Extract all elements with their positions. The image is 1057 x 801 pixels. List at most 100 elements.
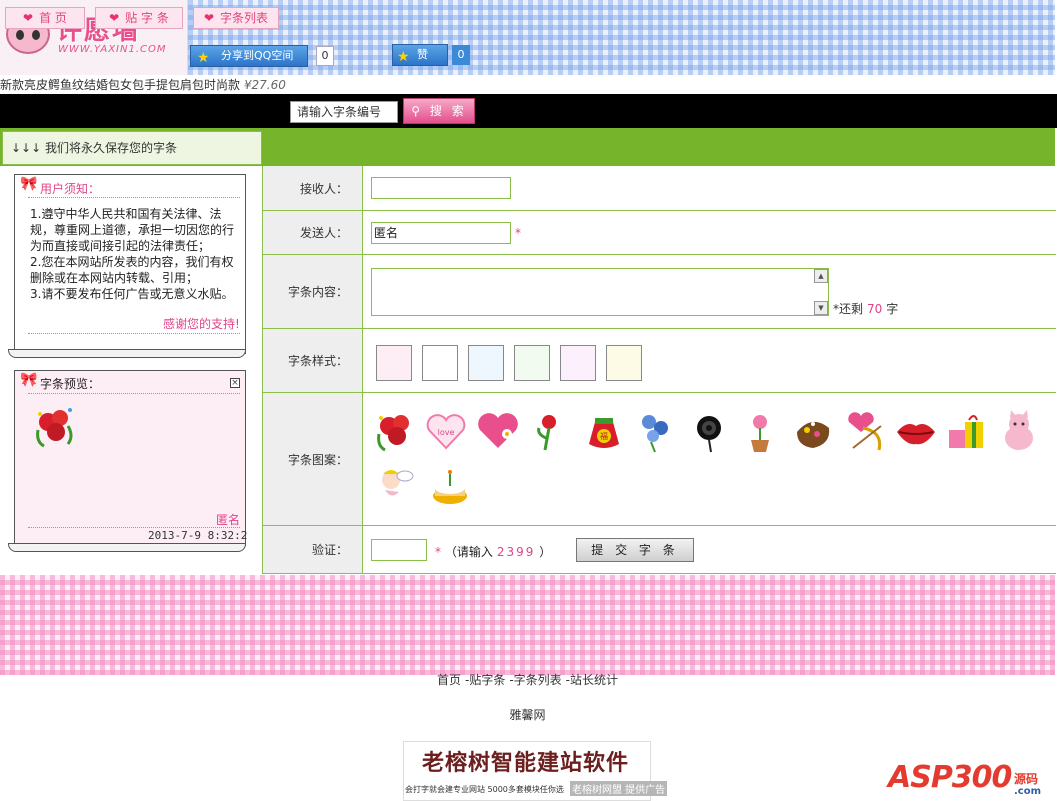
asp300-logo-com: .com [1014, 786, 1042, 797]
verify-prefix: （请输入 [444, 545, 493, 559]
divider [28, 393, 240, 394]
receiver-input[interactable] [371, 177, 511, 199]
required-mark: * [435, 545, 441, 559]
heart-flower-icon[interactable] [475, 408, 521, 454]
black-rose-icon[interactable] [687, 408, 733, 454]
star-icon: ★ [397, 49, 410, 65]
like-label: 赞 [417, 48, 428, 61]
banner-tab: ↓↓↓ 我们将永久保存您的字条 [2, 131, 262, 165]
birthday-cake-icon[interactable] [427, 464, 473, 510]
lips-icon[interactable] [893, 408, 939, 454]
content-textarea[interactable]: ▲ ▼ [371, 268, 829, 316]
remaining-count: *还剩 70 字 [833, 300, 898, 317]
preview-title: 字条预览： [40, 377, 101, 391]
section-banner: ↓↓↓ 我们将永久保存您的字条 [0, 128, 1055, 166]
rose-icon[interactable] [525, 408, 571, 454]
like-button[interactable]: ★ 赞 [392, 44, 448, 66]
search-button[interactable]: ⚲ 搜 索 [403, 98, 475, 124]
ad-banner-subtitle: 会打字就会建专业网站 5000多套模块任你选 [405, 785, 564, 794]
navbar [0, 94, 1057, 128]
nav-home-label: 首 页 [39, 11, 67, 25]
share-count: 0 [316, 46, 334, 66]
style-swatch-yellow[interactable] [606, 345, 642, 381]
nav-home-button[interactable]: ❤ 首 页 [5, 7, 85, 29]
like-count: 0 [452, 45, 470, 65]
sender-label: 发送人： [263, 211, 363, 254]
nav-list-label: 字条列表 [220, 11, 269, 25]
verify-label: 验证： [263, 526, 363, 573]
style-label: 字条样式： [263, 329, 363, 392]
remain-number: 70 [867, 302, 883, 316]
submit-button[interactable]: 提 交 字 条 [576, 538, 694, 562]
verify-hint: * （请输入 2399 ） [435, 543, 551, 560]
nav-list-button[interactable]: ❤ 字条列表 [193, 7, 279, 29]
chocolate-icon[interactable] [789, 408, 835, 454]
divider [28, 527, 240, 528]
divider [28, 333, 240, 334]
ad-banner-brand: 老榕树网盟 提供广告 [570, 781, 668, 796]
star-icon: ★ [197, 50, 210, 66]
share-qzone-button[interactable]: ★ 分享到QQ空间 [190, 45, 308, 67]
remain-prefix: *还剩 [833, 302, 864, 316]
verify-suffix: ） [539, 545, 552, 559]
asp300-logo-text: ASP300 [888, 760, 1012, 795]
footer-link-stats[interactable]: -站长统计 [566, 673, 618, 687]
required-mark: * [515, 226, 521, 240]
scroll-up-icon[interactable]: ▲ [814, 269, 828, 283]
svg-text:love: love [438, 428, 455, 437]
heart-icon: ❤ [203, 11, 215, 25]
potted-rose-icon[interactable] [737, 408, 783, 454]
notice-scroll-roll [8, 349, 246, 358]
search-input[interactable]: 请输入字条编号 [290, 101, 398, 123]
preview-scroll-roll [8, 543, 246, 552]
verify-code: 2399 [496, 545, 536, 559]
nav-post-button[interactable]: ❤ 贴 字 条 [95, 7, 183, 29]
style-swatch-lavender[interactable] [560, 345, 596, 381]
pattern-label: 字条图案： [263, 393, 363, 525]
bow-icon: 🎀 [20, 176, 38, 192]
footer-link-home[interactable]: 首页 [437, 673, 461, 687]
notice-line-2: 2.您在本网站所发表的内容，我们有权删除或在本网站内转载、引用； [30, 255, 234, 285]
preview-rose-icon [36, 408, 73, 448]
heart-love-icon[interactable]: love [423, 408, 469, 454]
divider [28, 197, 240, 198]
promo-ad-link[interactable]: 新款亮皮鳄鱼纹结婚包女包手提包肩包时尚款 ¥27.60 [0, 76, 286, 93]
footer-site-name[interactable]: 雅馨网 [0, 706, 1055, 723]
rose-bouquet-icon[interactable] [373, 408, 419, 454]
notice-title: 用户须知： [40, 182, 101, 196]
logo-url: WWW.YAXIN1.COM [58, 44, 167, 55]
cupid-angel-icon[interactable] [371, 460, 417, 506]
remain-suffix: 字 [886, 302, 899, 316]
verify-input[interactable] [371, 539, 427, 561]
notice-line-1: 1.遵守中华人民共和国有关法律、法规，尊重网上道德，承担一切因您的行为而直接或间… [30, 207, 235, 253]
promo-price: ¥27.60 [243, 78, 286, 92]
style-swatch-pink[interactable] [376, 345, 412, 381]
preview-sender: 匿名 [216, 513, 241, 527]
gift-box-icon[interactable] [943, 408, 989, 454]
receiver-label: 接收人： [263, 166, 363, 210]
close-icon[interactable]: × [230, 378, 240, 388]
search-button-label: 搜 索 [429, 104, 467, 118]
blue-roses-icon[interactable] [633, 408, 679, 454]
style-swatch-green[interactable] [514, 345, 550, 381]
style-swatch-white[interactable] [422, 345, 458, 381]
bow-icon: 🎀 [20, 372, 38, 388]
content-label: 字条内容： [263, 255, 363, 328]
notice-text: 1.遵守中华人民共和国有关法律、法规，尊重网上道德，承担一切因您的行为而直接或间… [30, 206, 240, 302]
ad-banner-title: 老榕树智能建站软件 [422, 750, 630, 776]
sender-input[interactable]: 匿名 [371, 222, 511, 244]
footer-gingham-background [0, 575, 1055, 675]
pink-cat-icon[interactable] [995, 408, 1041, 454]
scroll-down-icon[interactable]: ▼ [814, 301, 828, 315]
style-swatch-blue[interactable] [468, 345, 504, 381]
cupid-arrow-icon[interactable] [843, 408, 889, 454]
lucky-bag-icon[interactable]: 福 [581, 408, 627, 454]
footer-link-post[interactable]: -贴字条 [465, 673, 505, 687]
footer-link-list[interactable]: -字条列表 [509, 673, 561, 687]
heart-icon: ❤ [109, 11, 120, 25]
asp300-logo-yuanma: 源码 [1014, 772, 1039, 786]
thanks-text: 感谢您的支持! [163, 317, 240, 331]
promo-text: 新款亮皮鳄鱼纹结婚包女包手提包肩包时尚款 [0, 78, 241, 92]
notice-line-3: 3.请不要发布任何广告或无意义水贴。 [30, 287, 234, 301]
share-label: 分享到QQ空间 [221, 49, 294, 62]
